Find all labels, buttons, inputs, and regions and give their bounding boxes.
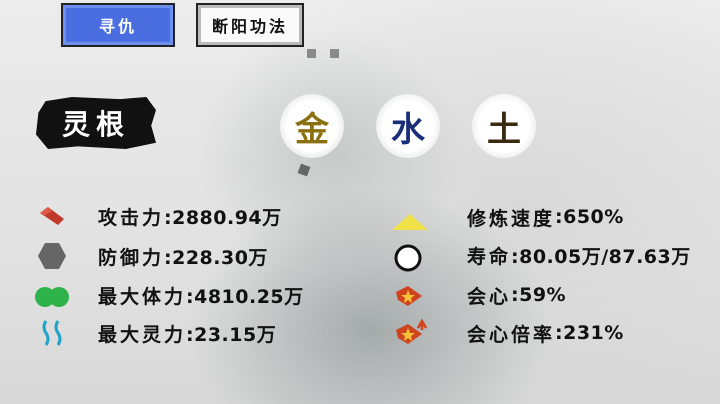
- spirit-root-banner: 灵根: [36, 97, 156, 149]
- stat-value: :2880.94万: [164, 206, 282, 229]
- tab-revenge[interactable]: 寻仇: [61, 3, 175, 47]
- spirit-root-title: 灵根: [61, 108, 130, 141]
- stat-value: :80.05万/87.63万: [511, 245, 691, 268]
- stat-max-hp: 最大体力:4810.25万: [98, 280, 304, 310]
- stat-label: 寿命: [467, 245, 512, 268]
- page-indicator-dot: [330, 49, 339, 58]
- stat-label: 攻击力: [98, 206, 165, 229]
- tab-duanyang-technique[interactable]: 断阳功法: [196, 3, 304, 47]
- stat-label: 最大灵力: [98, 323, 187, 346]
- stat-value: :23.15万: [186, 323, 277, 346]
- element-water: 水: [376, 94, 440, 158]
- stat-value: :650%: [555, 206, 624, 228]
- stat-value: :4810.25万: [186, 285, 304, 308]
- white-circle-icon: [394, 244, 422, 272]
- blue-spirit-wave-icon: [42, 320, 62, 346]
- stat-attack: 攻击力:2880.94万: [98, 201, 282, 231]
- crit-multiplier-icon: [396, 318, 428, 344]
- page-indicator-dot: [307, 49, 316, 58]
- stat-label: 会心倍率: [467, 323, 556, 346]
- yellow-triangle-icon: [392, 214, 428, 230]
- element-metal: 金: [280, 94, 344, 158]
- crit-star-icon: [396, 286, 422, 306]
- stat-value: :231%: [555, 322, 624, 344]
- green-heart-icon: [35, 287, 69, 307]
- stat-max-spirit: 最大灵力:23.15万: [98, 318, 276, 348]
- stat-critical: 会心:59%: [467, 280, 566, 310]
- stat-critical-multiplier: 会心倍率:231%: [467, 318, 624, 348]
- red-gem-icon: [40, 207, 64, 225]
- stat-value: :228.30万: [164, 246, 268, 269]
- stat-label: 防御力: [98, 246, 165, 269]
- element-earth: 土: [472, 94, 536, 158]
- stat-label: 最大体力: [98, 285, 187, 308]
- stat-lifespan: 寿命:80.05万/87.63万: [467, 240, 691, 270]
- stat-cultivation-speed: 修炼速度:650%: [467, 202, 624, 232]
- stat-label: 修炼速度: [467, 207, 556, 230]
- gray-shield-icon: [38, 243, 66, 269]
- stat-value: :59%: [511, 284, 567, 306]
- stat-defense: 防御力:228.30万: [98, 241, 268, 271]
- stat-label: 会心: [467, 285, 512, 308]
